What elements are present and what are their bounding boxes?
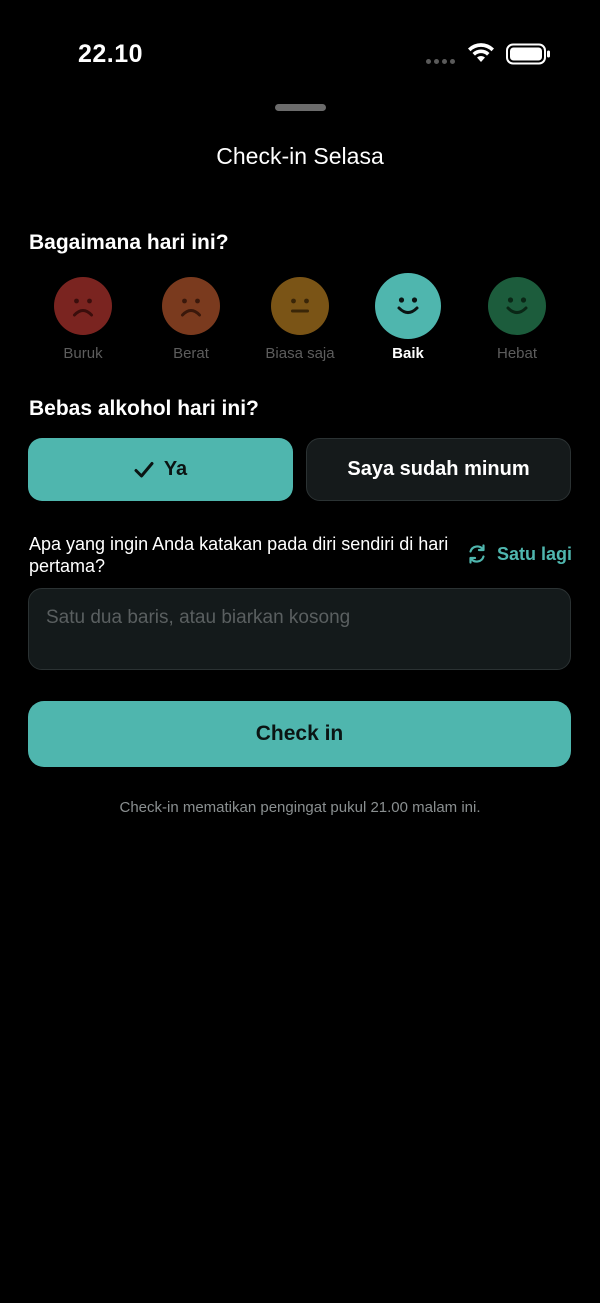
mood-option-biasa-saja[interactable]: Biasa saja — [250, 273, 350, 362]
note-prompt: Apa yang ingin Anda katakan pada diri se… — [29, 534, 449, 576]
alcohol-yes-label: Ya — [163, 458, 188, 480]
frown-icon — [162, 277, 220, 335]
mood-question: Bagaimana hari ini? — [29, 231, 229, 254]
frown-icon — [54, 277, 112, 335]
smile-icon — [488, 277, 546, 335]
mood-label-biasa-saja: Biasa saja — [265, 345, 335, 362]
status-bar: 22.10 — [0, 0, 600, 100]
sheet-title: Check-in Selasa — [216, 143, 384, 169]
smile-icon — [375, 273, 441, 339]
neutral-face-icon — [271, 277, 329, 335]
alcohol-yes-button[interactable]: Ya — [28, 438, 293, 501]
checkmark-icon — [134, 461, 154, 477]
alcohol-question: Bebas alkohol hari ini? — [29, 397, 259, 420]
another-prompt-label: Satu lagi — [497, 543, 573, 564]
mood-label-berat: Berat — [173, 345, 209, 362]
wifi-icon — [468, 43, 494, 62]
mood-option-hebat[interactable]: Hebat — [467, 273, 567, 362]
another-prompt-button[interactable]: Satu lagi — [466, 543, 572, 565]
reminder-footnote: Check-in mematikan pengingat pukul 21.00… — [119, 799, 481, 816]
mood-label-baik: Baik — [392, 345, 424, 362]
mood-option-buruk[interactable]: Buruk — [33, 273, 133, 362]
mood-option-baik[interactable]: Baik — [358, 273, 458, 362]
sheet-grabber[interactable] — [275, 104, 326, 111]
mood-label-buruk: Buruk — [63, 345, 103, 362]
battery-icon — [506, 43, 550, 65]
status-time: 22.10 — [78, 40, 144, 68]
note-input[interactable] — [28, 588, 571, 670]
cellular-signal-icon — [426, 59, 455, 64]
check-in-button[interactable]: Check in — [28, 701, 571, 767]
refresh-icon — [469, 544, 485, 564]
alcohol-no-button[interactable]: Saya sudah minum — [306, 438, 571, 501]
alcohol-no-label: Saya sudah minum — [347, 458, 530, 480]
mood-option-berat[interactable]: Berat — [141, 273, 241, 362]
mood-label-hebat: Hebat — [496, 345, 538, 362]
